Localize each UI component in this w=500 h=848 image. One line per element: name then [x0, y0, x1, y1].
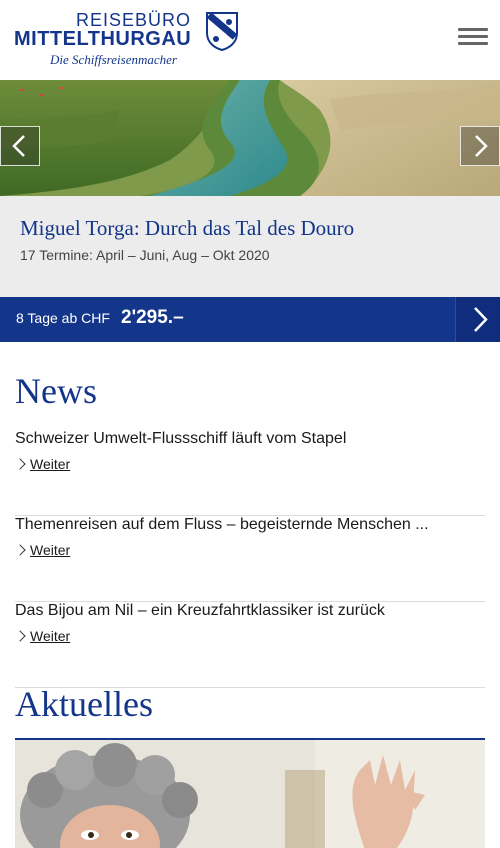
news-item: Themenreisen auf dem Fluss – begeisternd…: [14, 516, 485, 602]
logo-line-2: MITTELTHURGAU: [14, 28, 192, 50]
aktuelles-image[interactable]: [15, 738, 485, 848]
chevron-right-icon: [14, 458, 26, 470]
logo-tagline: Die Schiffsreisenmacher: [50, 52, 177, 67]
price-amount: 2'295.–: [121, 307, 184, 328]
news-more-link[interactable]: Weiter: [14, 628, 70, 644]
news-title[interactable]: Themenreisen auf dem Fluss – begeisternd…: [15, 516, 495, 534]
aktuelles-heading: Aktuelles: [15, 684, 153, 724]
news-more-link[interactable]: Weiter: [14, 542, 70, 558]
site-logo[interactable]: REISEBÜRO MITTELTHURGAU Die Schiffsreise…: [14, 10, 238, 70]
hero-prev-button[interactable]: [0, 126, 40, 166]
news-title[interactable]: Das Bijou am Nil – ein Kreuzfahrtklassik…: [15, 602, 495, 620]
chevron-right-icon: [475, 135, 488, 157]
trip-title[interactable]: Miguel Torga: Durch das Tal des Douro: [20, 216, 354, 241]
news-more-link[interactable]: Weiter: [14, 456, 70, 472]
hamburger-menu-icon[interactable]: [458, 28, 488, 50]
chevron-right-icon: [474, 307, 488, 332]
chevron-left-icon: [12, 135, 25, 157]
news-title[interactable]: Schweizer Umwelt-Flussschiff läuft vom S…: [15, 430, 495, 448]
price-prefix: 8 Tage ab CHF: [16, 310, 110, 326]
news-heading: News: [15, 371, 97, 411]
price-bar[interactable]: 8 Tage ab CHF 2'295.–: [0, 297, 500, 342]
hero-image: [0, 80, 500, 196]
news-item: Das Bijou am Nil – ein Kreuzfahrtklassik…: [14, 602, 485, 688]
news-item: Schweizer Umwelt-Flussschiff läuft vom S…: [14, 430, 485, 516]
crest-icon: [206, 12, 238, 51]
trip-info[interactable]: Miguel Torga: Durch das Tal des Douro 17…: [0, 196, 500, 297]
hero-next-button[interactable]: [460, 126, 500, 166]
chevron-right-icon: [14, 544, 26, 556]
trip-dates: 17 Termine: April – Juni, Aug – Okt 2020: [20, 247, 270, 263]
price-arrow-button[interactable]: [455, 297, 500, 342]
chevron-right-icon: [14, 630, 26, 642]
site-header: REISEBÜRO MITTELTHURGAU Die Schiffsreise…: [0, 0, 500, 80]
